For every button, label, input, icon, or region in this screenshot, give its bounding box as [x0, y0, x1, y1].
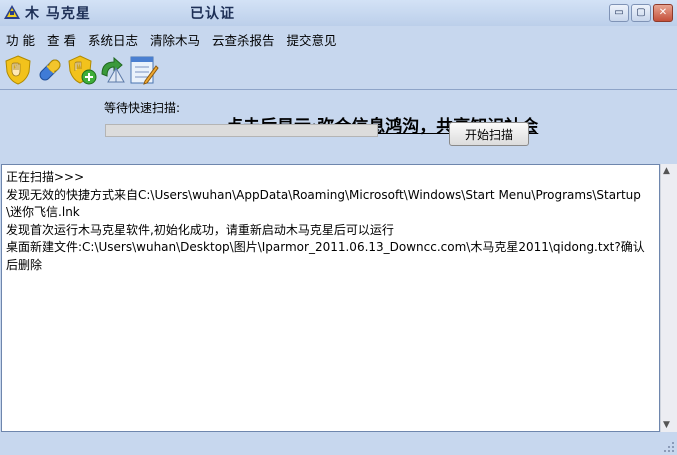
- scroll-up-icon[interactable]: ▲: [663, 166, 670, 176]
- log-line: 正在扫描>>>: [6, 170, 85, 184]
- menu-feedback[interactable]: 提交意见: [281, 28, 343, 50]
- certified-label: 已认证: [190, 6, 235, 22]
- menu-view[interactable]: 查 看: [41, 28, 82, 50]
- resize-grip-icon[interactable]: [663, 441, 675, 453]
- shield-scan-icon[interactable]: [2, 54, 34, 86]
- title-bar: 木 马克星 已认证 ▭ ▢ ✕: [0, 0, 677, 26]
- close-button[interactable]: ✕: [653, 4, 673, 22]
- shield-add-icon[interactable]: [66, 54, 98, 86]
- toolbar: 点击后显示:弥合信息鸿沟，共享知识社会: [0, 52, 677, 137]
- toolbar-divider: [0, 89, 677, 90]
- capsule-icon[interactable]: [34, 54, 66, 86]
- window-title: 木 马克星: [25, 6, 91, 22]
- menu-remove-trojan[interactable]: 清除木马: [144, 28, 206, 50]
- log-scrollbar[interactable]: ▲ ▼: [660, 164, 677, 432]
- minimize-button[interactable]: ▭: [609, 4, 629, 22]
- scan-progress-bar: [105, 124, 378, 137]
- restore-button[interactable]: ▢: [631, 4, 651, 22]
- menu-cloud-report[interactable]: 云查杀报告: [206, 28, 281, 50]
- scan-status-label: 等待快速扫描:: [104, 101, 181, 115]
- scroll-down-icon[interactable]: ▼: [663, 420, 670, 430]
- status-bar: [0, 434, 677, 455]
- menu-bar: 功 能 查 看 系统日志 清除木马 云查杀报告 提交意见: [0, 28, 343, 50]
- menu-system-log[interactable]: 系统日志: [82, 28, 144, 50]
- app-logo-icon: [4, 5, 20, 19]
- log-line: 桌面新建文件:C:\Users\wuhan\Desktop\图片\Iparmor…: [6, 240, 645, 272]
- scan-log[interactable]: 正在扫描>>> 发现无效的快捷方式来自C:\Users\wuhan\AppDat…: [1, 164, 660, 432]
- notepad-icon[interactable]: [127, 54, 159, 86]
- log-line: 发现无效的快捷方式来自C:\Users\wuhan\AppData\Roamin…: [6, 187, 641, 220]
- log-line: 发现首次运行木马克星软件,初始化成功，请重新启动木马克星后可以运行: [6, 222, 394, 237]
- update-icon[interactable]: [96, 54, 128, 86]
- start-scan-button[interactable]: 开始扫描: [449, 122, 529, 146]
- menu-function[interactable]: 功 能: [0, 28, 41, 50]
